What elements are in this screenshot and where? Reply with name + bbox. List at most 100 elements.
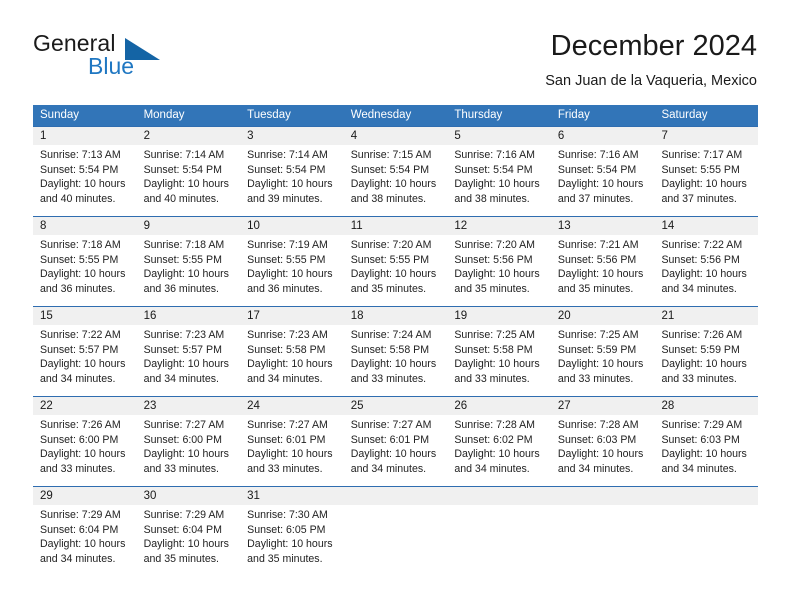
daylight-text-line1: Daylight: 10 hours xyxy=(40,448,126,461)
sunset-text: Sunset: 6:04 PM xyxy=(143,523,222,536)
day-details: Sunrise: 7:17 AM Sunset: 5:55 PM Dayligh… xyxy=(654,145,758,206)
day-number: 8 xyxy=(33,217,137,235)
general-blue-logo[interactable]: General Blue xyxy=(33,30,213,86)
day-number: 17 xyxy=(240,307,344,325)
day-number: 19 xyxy=(447,307,551,325)
sunrise-text: Sunrise: 7:23 AM xyxy=(143,329,225,341)
sunset-text: Sunset: 5:54 PM xyxy=(143,163,222,176)
daylight-text-line2: and 34 minutes. xyxy=(40,372,116,385)
day-cell[interactable]: 21 Sunrise: 7:26 AM Sunset: 5:59 PM Dayl… xyxy=(654,307,759,396)
day-cell[interactable]: 17 Sunrise: 7:23 AM Sunset: 5:58 PM Dayl… xyxy=(240,307,344,396)
daylight-text-line1: Daylight: 10 hours xyxy=(661,268,747,281)
day-number: 4 xyxy=(343,127,448,145)
daylight-text-line1: Daylight: 10 hours xyxy=(557,268,644,281)
day-number: 26 xyxy=(447,397,551,415)
daylight-text-line1: Daylight: 10 hours xyxy=(350,268,437,281)
sunset-text: Sunset: 5:54 PM xyxy=(454,163,533,176)
sunset-text: Sunset: 5:54 PM xyxy=(247,163,326,176)
day-cell[interactable]: 19 Sunrise: 7:25 AM Sunset: 5:58 PM Dayl… xyxy=(447,307,551,396)
day-cell[interactable]: 12 Sunrise: 7:20 AM Sunset: 5:56 PM Dayl… xyxy=(447,217,551,306)
daylight-text-line1: Daylight: 10 hours xyxy=(557,358,644,371)
day-cell[interactable]: 10 Sunrise: 7:19 AM Sunset: 5:55 PM Dayl… xyxy=(240,217,344,306)
day-cell[interactable]: 31 Sunrise: 7:30 AM Sunset: 6:05 PM Dayl… xyxy=(240,487,344,576)
sunrise-text: Sunrise: 7:26 AM xyxy=(661,329,743,341)
day-number: 22 xyxy=(33,397,137,415)
day-cell[interactable]: 14 Sunrise: 7:22 AM Sunset: 5:56 PM Dayl… xyxy=(654,217,759,306)
day-details: Sunrise: 7:20 AM Sunset: 5:56 PM Dayligh… xyxy=(447,235,551,296)
day-number: 14 xyxy=(654,217,759,235)
sunrise-text: Sunrise: 7:20 AM xyxy=(350,239,432,251)
day-cell[interactable]: 9 Sunrise: 7:18 AM Sunset: 5:55 PM Dayli… xyxy=(136,217,241,306)
day-cell[interactable]: 3 Sunrise: 7:14 AM Sunset: 5:54 PM Dayli… xyxy=(240,127,344,216)
daylight-text-line1: Daylight: 10 hours xyxy=(557,448,644,461)
day-number: 3 xyxy=(240,127,344,145)
day-cell[interactable]: 13 Sunrise: 7:21 AM Sunset: 5:56 PM Dayl… xyxy=(550,217,655,306)
daylight-text-line2: and 38 minutes. xyxy=(454,192,530,205)
sunrise-text: Sunrise: 7:23 AM xyxy=(247,329,328,341)
day-number xyxy=(447,487,551,505)
sunrise-text: Sunrise: 7:16 AM xyxy=(557,149,639,161)
daylight-text-line2: and 35 minutes. xyxy=(143,552,219,565)
day-number: 23 xyxy=(136,397,241,415)
sunset-text: Sunset: 5:55 PM xyxy=(661,163,740,176)
day-cell[interactable]: 29 Sunrise: 7:29 AM Sunset: 6:04 PM Dayl… xyxy=(33,487,137,576)
day-cell[interactable]: 8 Sunrise: 7:18 AM Sunset: 5:55 PM Dayli… xyxy=(33,217,137,306)
day-cell[interactable]: 27 Sunrise: 7:28 AM Sunset: 6:03 PM Dayl… xyxy=(550,397,655,486)
day-cell[interactable]: 22 Sunrise: 7:26 AM Sunset: 6:00 PM Dayl… xyxy=(33,397,137,486)
day-details: Sunrise: 7:23 AM Sunset: 5:57 PM Dayligh… xyxy=(137,325,241,386)
day-cell[interactable]: 20 Sunrise: 7:25 AM Sunset: 5:59 PM Dayl… xyxy=(550,307,655,396)
day-number xyxy=(550,487,655,505)
day-cell[interactable]: 26 Sunrise: 7:28 AM Sunset: 6:02 PM Dayl… xyxy=(447,397,551,486)
sunset-text: Sunset: 5:54 PM xyxy=(350,163,430,176)
sunset-text: Sunset: 5:55 PM xyxy=(247,253,326,266)
day-number: 10 xyxy=(240,217,344,235)
daylight-text-line2: and 33 minutes. xyxy=(143,462,219,475)
sunset-text: Sunset: 5:54 PM xyxy=(40,163,119,176)
daylight-text-line1: Daylight: 10 hours xyxy=(661,448,747,461)
day-cell[interactable]: 6 Sunrise: 7:16 AM Sunset: 5:54 PM Dayli… xyxy=(550,127,655,216)
day-cell[interactable]: 11 Sunrise: 7:20 AM Sunset: 5:55 PM Dayl… xyxy=(343,217,448,306)
day-cell[interactable]: 18 Sunrise: 7:24 AM Sunset: 5:58 PM Dayl… xyxy=(343,307,448,396)
day-cell[interactable]: 5 Sunrise: 7:16 AM Sunset: 5:54 PM Dayli… xyxy=(447,127,551,216)
day-cell[interactable]: 28 Sunrise: 7:29 AM Sunset: 6:03 PM Dayl… xyxy=(654,397,759,486)
day-number: 24 xyxy=(240,397,344,415)
day-cell[interactable]: 30 Sunrise: 7:29 AM Sunset: 6:04 PM Dayl… xyxy=(136,487,241,576)
daylight-text-line2: and 34 minutes. xyxy=(661,282,737,295)
day-number: 2 xyxy=(136,127,241,145)
day-number: 16 xyxy=(136,307,241,325)
daylight-text-line2: and 37 minutes. xyxy=(557,192,634,205)
day-cell[interactable]: 4 Sunrise: 7:15 AM Sunset: 5:54 PM Dayli… xyxy=(343,127,448,216)
daylight-text-line2: and 40 minutes. xyxy=(143,192,219,205)
daylight-text-line2: and 36 minutes. xyxy=(143,282,219,295)
day-cell-empty xyxy=(654,487,759,576)
day-details: Sunrise: 7:29 AM Sunset: 6:03 PM Dayligh… xyxy=(654,415,758,476)
day-cell[interactable]: 1 Sunrise: 7:13 AM Sunset: 5:54 PM Dayli… xyxy=(33,127,137,216)
day-cell[interactable]: 7 Sunrise: 7:17 AM Sunset: 5:55 PM Dayli… xyxy=(654,127,759,216)
day-details: Sunrise: 7:25 AM Sunset: 5:58 PM Dayligh… xyxy=(447,325,551,386)
day-details: Sunrise: 7:18 AM Sunset: 5:55 PM Dayligh… xyxy=(137,235,241,296)
day-details: Sunrise: 7:14 AM Sunset: 5:54 PM Dayligh… xyxy=(240,145,344,206)
daylight-text-line2: and 33 minutes. xyxy=(247,462,323,475)
day-cell[interactable]: 2 Sunrise: 7:14 AM Sunset: 5:54 PM Dayli… xyxy=(136,127,241,216)
day-cell[interactable]: 25 Sunrise: 7:27 AM Sunset: 6:01 PM Dayl… xyxy=(343,397,448,486)
daylight-text-line2: and 35 minutes. xyxy=(454,282,530,295)
sunset-text: Sunset: 5:59 PM xyxy=(557,343,637,356)
sunrise-text: Sunrise: 7:30 AM xyxy=(247,509,328,521)
sunset-text: Sunset: 6:03 PM xyxy=(661,433,740,446)
daylight-text-line2: and 39 minutes. xyxy=(247,192,323,205)
day-cell[interactable]: 16 Sunrise: 7:23 AM Sunset: 5:57 PM Dayl… xyxy=(136,307,241,396)
day-number: 9 xyxy=(136,217,241,235)
daylight-text-line2: and 34 minutes. xyxy=(661,462,737,475)
sunset-text: Sunset: 5:56 PM xyxy=(661,253,740,266)
daylight-text-line1: Daylight: 10 hours xyxy=(661,358,747,371)
daylight-text-line2: and 34 minutes. xyxy=(143,372,219,385)
day-details: Sunrise: 7:27 AM Sunset: 6:01 PM Dayligh… xyxy=(240,415,344,476)
day-cell[interactable]: 24 Sunrise: 7:27 AM Sunset: 6:01 PM Dayl… xyxy=(240,397,344,486)
day-details: Sunrise: 7:26 AM Sunset: 5:59 PM Dayligh… xyxy=(654,325,758,386)
sunrise-text: Sunrise: 7:18 AM xyxy=(40,239,121,251)
logo-text-blue: Blue xyxy=(88,53,135,79)
day-cell[interactable]: 23 Sunrise: 7:27 AM Sunset: 6:00 PM Dayl… xyxy=(136,397,241,486)
daylight-text-line1: Daylight: 10 hours xyxy=(143,538,229,551)
day-cell[interactable]: 15 Sunrise: 7:22 AM Sunset: 5:57 PM Dayl… xyxy=(33,307,137,396)
sunrise-text: Sunrise: 7:26 AM xyxy=(40,419,121,431)
